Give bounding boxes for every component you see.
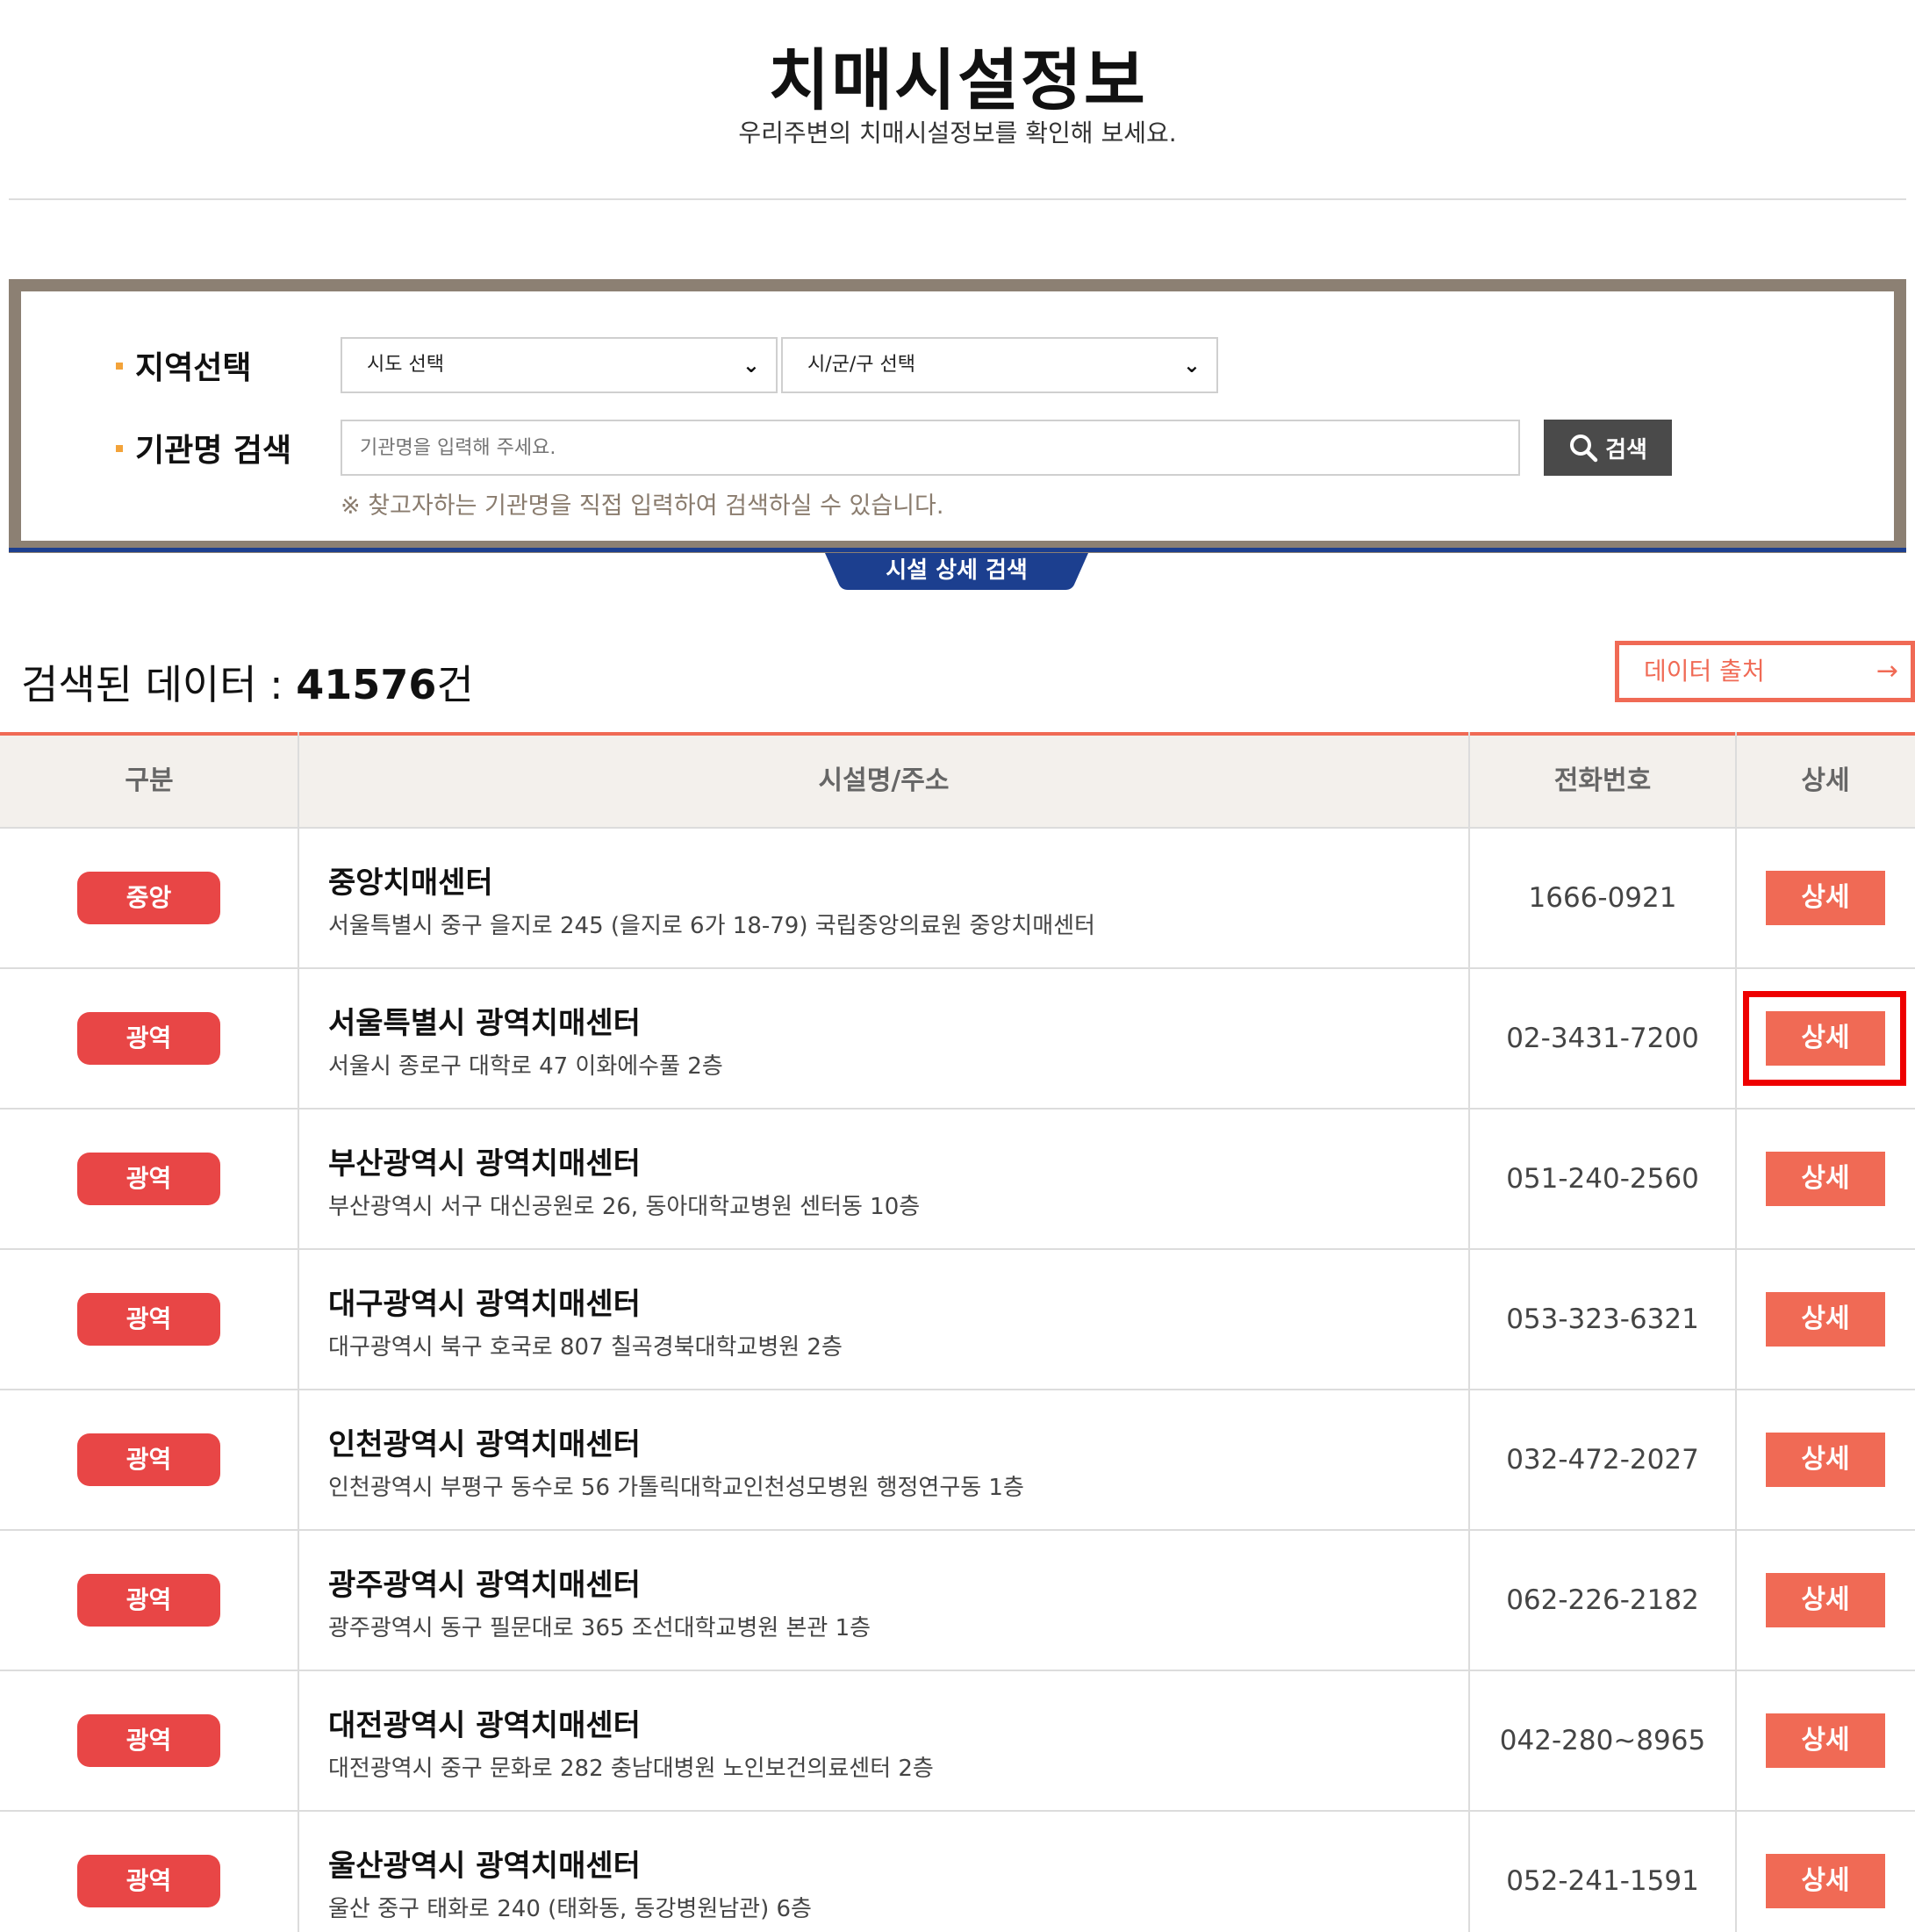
facility-name: 울산광역시 광역치매센터 xyxy=(328,1849,641,1884)
table-row: 광역 인천광역시 광역치매센터인천광역시 부평구 동수로 56 가톨릭대학교인천성… xyxy=(0,1390,1915,1531)
facility-phone: 032-472-2027 xyxy=(1506,1444,1699,1476)
search-icon xyxy=(1570,435,1598,463)
column-header-detail: 상세 xyxy=(1801,765,1850,796)
facility-name: 서울특별시 광역치매센터 xyxy=(328,1006,641,1041)
search-hint: ※ 찾고자하는 기관명을 직접 입력하여 검색하실 수 있습니다. xyxy=(341,492,944,520)
facility-name: 광주광역시 광역치매센터 xyxy=(328,1568,641,1603)
facility-address: 대구광역시 북구 호국로 807 칠곡경북대학교병원 2층 xyxy=(328,1334,843,1361)
facility-table: 구분 시설명/주소 전화번호 상세 중앙 중앙치매센터서울특별시 중구 을지로 2… xyxy=(0,732,1915,1932)
type-badge: 광역 xyxy=(77,1855,220,1907)
data-source-button[interactable]: 데이터 출처 → xyxy=(1615,641,1915,702)
table-row: 광역 부산광역시 광역치매센터부산광역시 서구 대신공원로 26, 동아대학교병원… xyxy=(0,1110,1915,1250)
facility-phone: 051-240-2560 xyxy=(1506,1163,1699,1195)
facility-address: 인천광역시 부평구 동수로 56 가톨릭대학교인천성모병원 행정연구동 1층 xyxy=(328,1475,1024,1501)
search-button[interactable]: 검색 xyxy=(1544,420,1672,476)
facility-phone: 053-323-6321 xyxy=(1506,1304,1699,1335)
type-badge: 광역 xyxy=(77,1293,220,1346)
detail-button[interactable]: 상세 xyxy=(1766,1573,1885,1627)
facility-phone: 042-280~8965 xyxy=(1499,1725,1706,1756)
facility-address: 부산광역시 서구 대신공원로 26, 동아대학교병원 센터동 10층 xyxy=(328,1194,921,1220)
type-badge: 광역 xyxy=(77,1433,220,1486)
chevron-down-icon: ⌄ xyxy=(1182,353,1201,377)
table-row: 광역 광주광역시 광역치매센터광주광역시 동구 필문대로 365 조선대학교병원 … xyxy=(0,1531,1915,1671)
column-header-phone: 전화번호 xyxy=(1553,765,1652,796)
bullet-icon xyxy=(116,363,123,370)
search-panel: 지역선택 기관명 검색 시도 선택 ⌄ 시/군/구 선택 ⌄ 검색 ※ 찾고자하… xyxy=(9,279,1906,553)
facility-phone: 062-226-2182 xyxy=(1506,1584,1699,1616)
facility-name: 인천광역시 광역치매센터 xyxy=(328,1427,641,1462)
page-subtitle: 우리주변의 치매시설정보를 확인해 보세요. xyxy=(738,119,1177,147)
detail-search-tab[interactable]: 시설 상세 검색 xyxy=(825,553,1088,590)
detail-button[interactable]: 상세 xyxy=(1766,1854,1885,1908)
region-label-text: 지역선택 xyxy=(135,350,252,386)
table-row: 광역 서울특별시 광역치매센터서울시 종로구 대학로 47 이화에수풀 2층 02-… xyxy=(0,969,1915,1110)
facility-name: 부산광역시 광역치매센터 xyxy=(328,1146,641,1181)
column-divider xyxy=(298,732,299,1932)
table-header: 구분 시설명/주소 전화번호 상세 xyxy=(0,732,1915,829)
type-badge: 광역 xyxy=(77,1012,220,1065)
arrow-right-icon: → xyxy=(1876,656,1898,686)
name-search-label-text: 기관명 검색 xyxy=(135,433,292,469)
facility-phone: 1666-0921 xyxy=(1528,882,1677,914)
sido-select[interactable]: 시도 선택 ⌄ xyxy=(341,337,778,393)
facility-name: 대전광역시 광역치매센터 xyxy=(328,1708,641,1743)
type-badge: 광역 xyxy=(77,1714,220,1767)
detail-button[interactable]: 상세 xyxy=(1766,1713,1885,1768)
facility-address: 대전광역시 중구 문화로 282 충남대병원 노인보건의료센터 2층 xyxy=(328,1756,934,1782)
facility-address: 광주광역시 동구 필문대로 365 조선대학교병원 본관 1층 xyxy=(328,1615,871,1641)
facility-name: 대구광역시 광역치매센터 xyxy=(328,1287,641,1322)
facility-name-input[interactable] xyxy=(341,420,1520,476)
detail-button[interactable]: 상세 xyxy=(1766,1292,1885,1347)
column-header-name: 시설명/주소 xyxy=(818,765,950,796)
page-title: 치매시설정보 xyxy=(768,41,1147,119)
column-divider xyxy=(1735,732,1737,1932)
facility-address: 서울특별시 중구 을지로 245 (을지로 6가 18-79) 국립중앙의료원 … xyxy=(328,913,1095,939)
column-header-type: 구분 xyxy=(125,765,174,796)
result-count-suffix: 건 xyxy=(436,661,474,708)
sigungu-select-value: 시/군/구 선택 xyxy=(807,354,916,376)
chevron-down-icon: ⌄ xyxy=(742,353,760,377)
table-body: 중앙 중앙치매센터서울특별시 중구 을지로 245 (을지로 6가 18-79) … xyxy=(0,829,1915,1932)
table-row: 광역 대전광역시 광역치매센터대전광역시 중구 문화로 282 충남대병원 노인보… xyxy=(0,1671,1915,1812)
detail-search-tab-label: 시설 상세 검색 xyxy=(886,557,1028,584)
title-divider xyxy=(9,198,1906,200)
type-badge: 광역 xyxy=(77,1153,220,1205)
facility-phone: 02-3431-7200 xyxy=(1506,1023,1699,1054)
type-badge: 광역 xyxy=(77,1574,220,1627)
detail-button[interactable]: 상세 xyxy=(1766,1152,1885,1206)
table-row: 광역 울산광역시 광역치매센터울산 중구 태화로 240 (태화동, 동강병원남관… xyxy=(0,1812,1915,1932)
search-panel-bottom-line xyxy=(9,548,1906,552)
bullet-icon xyxy=(116,445,123,452)
facility-phone: 052-241-1591 xyxy=(1506,1865,1699,1897)
facility-address: 서울시 종로구 대학로 47 이화에수풀 2층 xyxy=(328,1053,723,1080)
result-count: 검색된 데이터 : 41576건 xyxy=(21,653,474,711)
detail-button[interactable]: 상세 xyxy=(1766,1011,1885,1066)
result-count-prefix: 검색된 데이터 : xyxy=(21,661,297,708)
column-divider xyxy=(1468,732,1470,1932)
facility-name: 중앙치매센터 xyxy=(328,865,493,901)
type-badge: 중앙 xyxy=(77,872,220,924)
detail-button[interactable]: 상세 xyxy=(1766,871,1885,925)
sido-select-value: 시도 선택 xyxy=(367,354,444,376)
table-row: 광역 대구광역시 광역치매센터대구광역시 북구 호국로 807 칠곡경북대학교병원… xyxy=(0,1250,1915,1390)
sigungu-select[interactable]: 시/군/구 선택 ⌄ xyxy=(781,337,1218,393)
region-label: 지역선택 xyxy=(116,342,251,388)
facility-address: 울산 중구 태화로 240 (태화동, 동강병원남관) 6층 xyxy=(328,1896,812,1922)
table-row: 중앙 중앙치매센터서울특별시 중구 을지로 245 (을지로 6가 18-79) … xyxy=(0,829,1915,969)
result-count-value: 41576 xyxy=(296,661,437,708)
data-source-label: 데이터 출처 xyxy=(1644,657,1765,686)
name-search-label: 기관명 검색 xyxy=(116,425,291,470)
detail-button[interactable]: 상세 xyxy=(1766,1433,1885,1487)
search-button-label: 검색 xyxy=(1605,436,1647,463)
